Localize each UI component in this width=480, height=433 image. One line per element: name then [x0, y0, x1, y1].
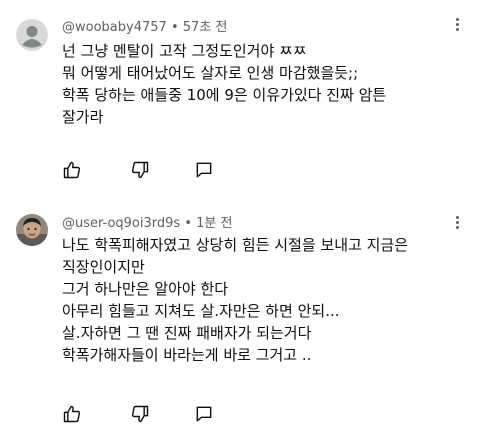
comment-1-meta: @woobaby4757 • 57초 전: [62, 16, 227, 35]
comment-1-username[interactable]: @woobaby4757: [62, 20, 167, 35]
comment-line: 그거 하나만은 알아야 한다: [62, 280, 229, 298]
comment-2-meta: @user-oq9oi3rd9s • 1분 전: [62, 212, 232, 231]
meta-separator: •: [184, 216, 192, 231]
reply-button[interactable]: [194, 404, 214, 424]
like-button[interactable]: [62, 160, 82, 180]
comment-1-timestamp[interactable]: 57초 전: [183, 20, 228, 35]
comment-line: 학폭가해자들이 바라는게 바로 그거고 ..: [62, 346, 312, 364]
comment-2-text: 나도 학폭피해자였고 상당히 힘든 시절을 보내고 지금은 직장인이지만 그거 …: [62, 234, 460, 366]
thumbs-up-icon: [63, 161, 81, 179]
more-vert-icon[interactable]: [448, 16, 466, 36]
comment-1: @woobaby4757 • 57초 전 넌 그냥 멘탈이 고작 그정도인거야 …: [0, 0, 480, 190]
comment-1-text: 넌 그냥 멘탈이 고작 그정도인거야 ㅉㅉ 뭐 어떻게 태어났어도 살자로 인생…: [62, 40, 460, 128]
default-person-avatar-icon: [16, 19, 48, 51]
comment-line: 아무리 힘들고 지쳐도 살.자만은 하면 안되...: [62, 302, 340, 320]
thumbs-up-icon: [63, 405, 81, 423]
reply-button[interactable]: [194, 160, 214, 180]
reply-icon: [196, 406, 212, 422]
photo-avatar-icon: [16, 214, 48, 246]
comment-line: 나도 학폭피해자였고 상당히 힘든 시절을 보내고 지금은: [62, 236, 409, 254]
comment-2-actions: [62, 404, 322, 428]
comment-2: @user-oq9oi3rd9s • 1분 전 나도 학폭피해자였고 상당히 힘…: [0, 190, 480, 433]
comment-line: 학폭 당하는 애들중 10에 9은 이유가있다 진짜 암튼: [62, 86, 387, 104]
reply-icon: [196, 162, 212, 178]
thumbs-down-icon: [131, 405, 149, 423]
comment-line: 잘가라: [62, 108, 104, 126]
meta-separator: •: [170, 20, 179, 35]
like-button[interactable]: [62, 404, 82, 424]
thumbs-down-icon: [131, 161, 149, 179]
comment-2-avatar[interactable]: [16, 214, 48, 246]
more-vert-icon[interactable]: [448, 214, 466, 234]
comment-line: 살.자하면 그 땐 진짜 패배자가 되는거다: [62, 324, 312, 342]
comment-1-actions: [62, 160, 322, 184]
comment-line: 직장인이지만: [62, 258, 145, 276]
comment-line: 뭐 어떻게 태어났어도 살자로 인생 마감했을듯;;: [62, 64, 359, 82]
comment-line: 넌 그냥 멘탈이 고작 그정도인거야 ㅉㅉ: [62, 42, 307, 60]
comment-1-avatar[interactable]: [16, 19, 48, 51]
comment-2-username[interactable]: @user-oq9oi3rd9s: [62, 216, 180, 231]
dislike-button[interactable]: [130, 160, 150, 180]
comment-2-timestamp[interactable]: 1분 전: [196, 216, 232, 231]
dislike-button[interactable]: [130, 404, 150, 424]
